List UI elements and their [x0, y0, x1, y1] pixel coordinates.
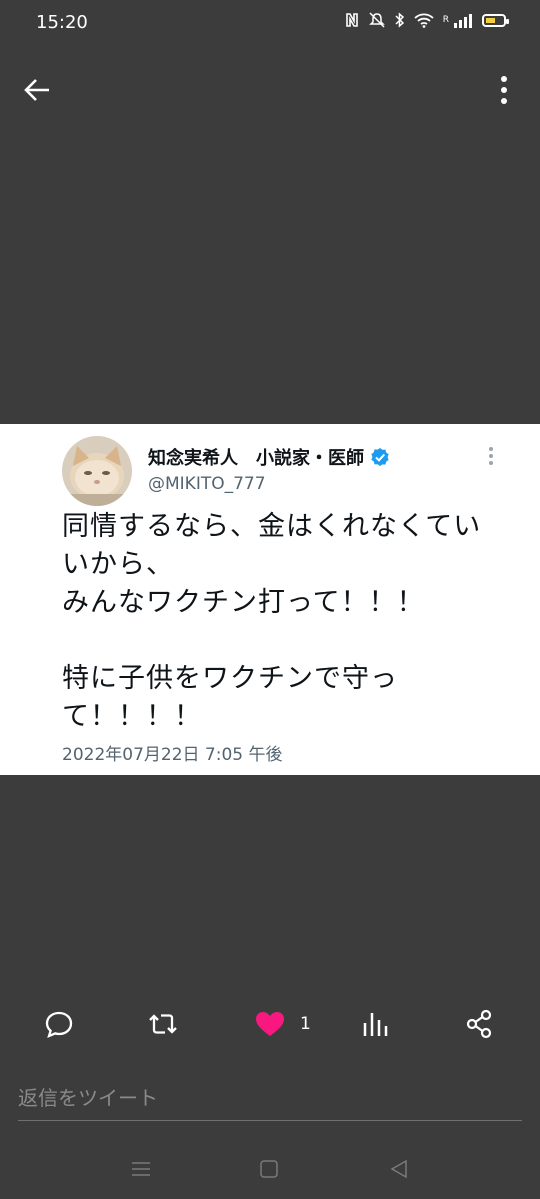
- nfc-icon: [345, 12, 359, 28]
- tweet-more-button[interactable]: [482, 446, 500, 468]
- handle[interactable]: @MIKITO_777: [148, 474, 266, 494]
- signal-icon: R: [443, 13, 473, 28]
- tweet-text: 同情するなら、金はくれなくてい いから、 みんなワクチン打って！！！ 特に子供を…: [62, 511, 482, 732]
- arrow-left-icon: [24, 79, 49, 101]
- top-bar: [0, 60, 540, 120]
- bluetooth-icon: [395, 12, 405, 28]
- home-button[interactable]: [254, 1154, 284, 1184]
- wifi-icon: [414, 12, 434, 28]
- status-icons: R: [345, 12, 509, 28]
- back-button[interactable]: [22, 72, 62, 108]
- retweet-icon: [149, 1014, 177, 1034]
- verified-badge-icon: [371, 448, 389, 466]
- comment-icon: [45, 1011, 73, 1039]
- avatar[interactable]: [62, 436, 132, 506]
- system-back-button[interactable]: [384, 1154, 414, 1184]
- status-time: 15:20: [36, 12, 88, 33]
- roaming-label: R: [442, 15, 449, 25]
- heart-icon: [256, 1012, 284, 1036]
- more-options-button[interactable]: [492, 72, 516, 108]
- retweet-button[interactable]: [146, 1000, 180, 1048]
- recents-button[interactable]: [126, 1154, 156, 1184]
- battery-icon: [482, 13, 509, 27]
- home-icon: [260, 1160, 278, 1178]
- more-vertical-icon: [489, 447, 493, 465]
- more-vertical-icon: [501, 76, 507, 104]
- share-button[interactable]: [464, 1000, 494, 1048]
- reply-button[interactable]: [44, 1000, 74, 1048]
- display-name-text: 知念実希人 小説家・医師: [148, 448, 364, 469]
- like-button[interactable]: 1: [254, 1000, 311, 1048]
- status-bar: 15:20 R: [0, 0, 540, 48]
- recents-icon: [132, 1162, 150, 1176]
- stats-icon: [363, 1013, 388, 1036]
- back-icon: [390, 1159, 407, 1179]
- action-bar: 1: [0, 1000, 540, 1048]
- display-name[interactable]: 知念実希人 小説家・医師: [148, 444, 390, 470]
- tweet-card[interactable]: 知念実希人 小説家・医師 @MIKITO_777 同情するなら、金はくれなくてい…: [0, 424, 540, 775]
- share-icon: [466, 1009, 492, 1039]
- like-count: 1: [300, 1014, 311, 1034]
- reply-input[interactable]: 返信をツイート: [18, 1074, 522, 1121]
- system-nav-bar: [0, 1140, 540, 1199]
- stats-button[interactable]: [360, 1000, 390, 1048]
- reply-placeholder: 返信をツイート: [18, 1086, 158, 1110]
- tweet-date[interactable]: 2022年07月22日 7:05 午後: [62, 740, 283, 765]
- mute-icon: [368, 12, 386, 28]
